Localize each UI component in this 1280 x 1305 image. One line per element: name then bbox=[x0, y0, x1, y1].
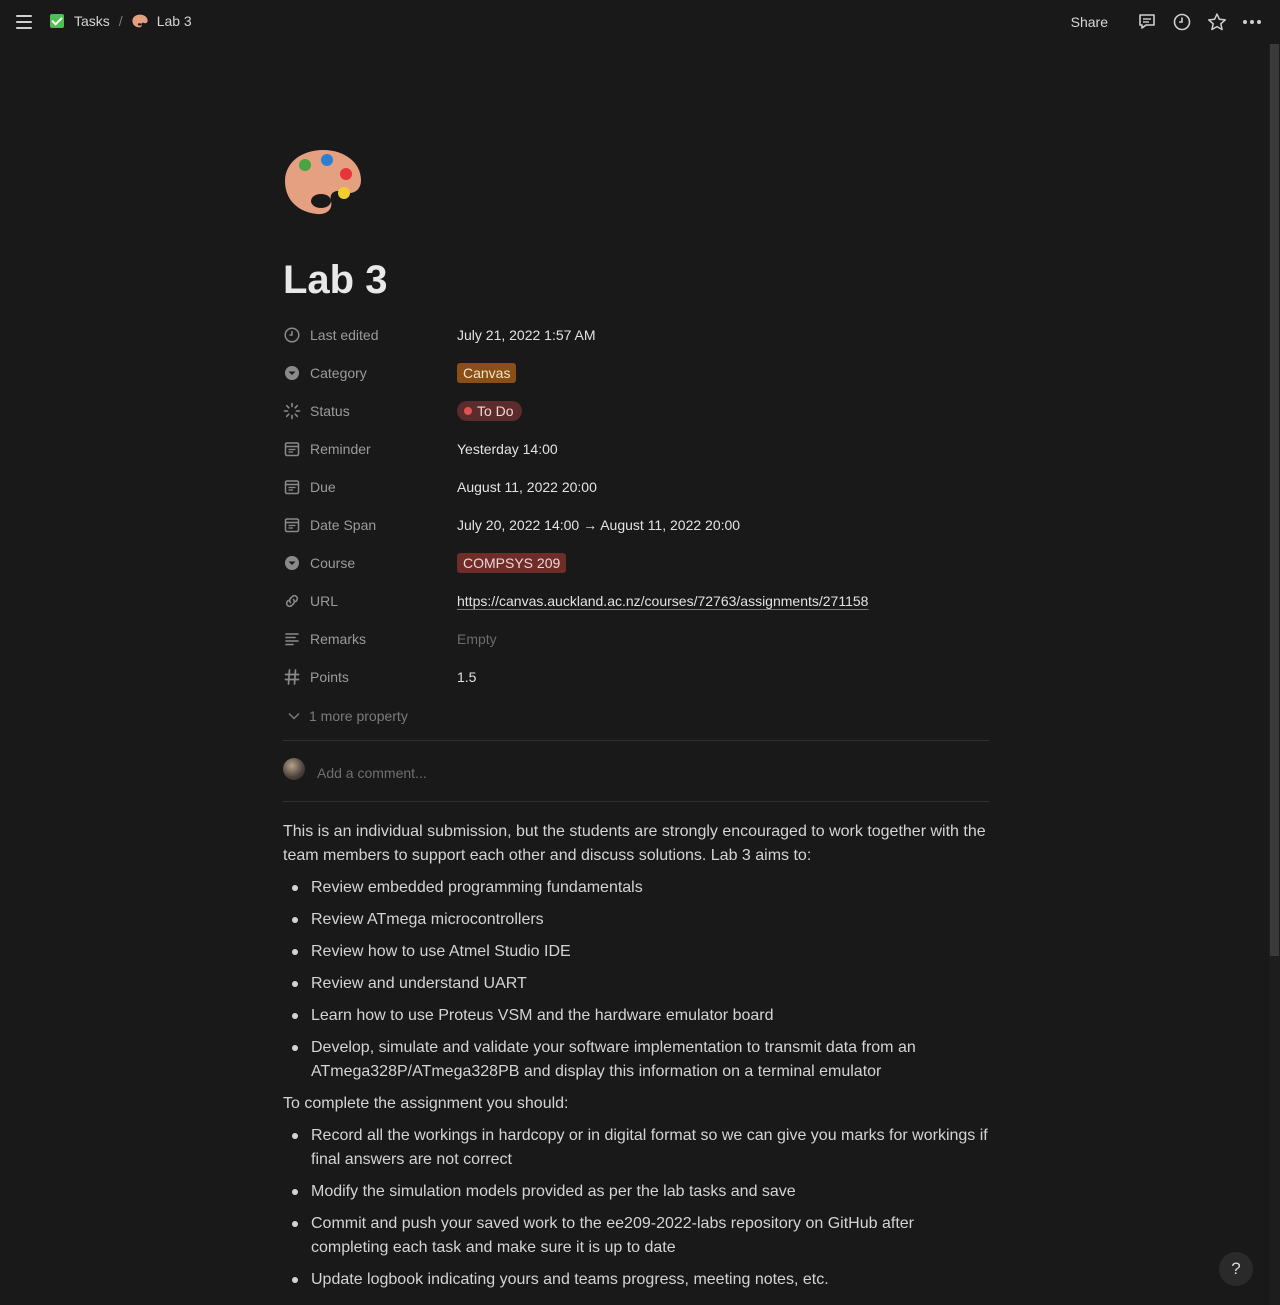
property-course[interactable]: Course COMPSYS 209 bbox=[283, 544, 989, 582]
list-item[interactable]: Review how to use Atmel Studio IDE bbox=[283, 940, 989, 964]
property-label: URL bbox=[283, 592, 457, 610]
status-tag-label: To Do bbox=[477, 403, 514, 419]
scrollbar[interactable] bbox=[1269, 44, 1280, 1305]
property-date-span[interactable]: Date Span July 20, 2022 14:00 → August 1… bbox=[283, 506, 989, 544]
category-tag[interactable]: Canvas bbox=[457, 363, 517, 383]
select-icon bbox=[285, 366, 299, 380]
steps-list: Record all the workings in hardcopy or i… bbox=[283, 1124, 989, 1292]
property-label: Status bbox=[283, 402, 457, 420]
text-icon bbox=[285, 633, 299, 646]
property-label: Last edited bbox=[283, 326, 457, 344]
comment-icon[interactable] bbox=[1135, 10, 1159, 34]
property-label-text: Reminder bbox=[310, 441, 371, 457]
list-item[interactable]: Review and understand UART bbox=[283, 972, 989, 996]
breadcrumb-separator: / bbox=[118, 13, 123, 29]
property-value: August 11, 2022 20:00 bbox=[457, 479, 597, 495]
more-property-label: 1 more property bbox=[309, 708, 408, 724]
property-label-text: Course bbox=[310, 555, 356, 571]
property-label: Reminder bbox=[283, 440, 457, 458]
property-value: 1.5 bbox=[457, 669, 477, 685]
property-value-empty[interactable]: Empty bbox=[457, 631, 497, 647]
property-value: Yesterday 14:00 bbox=[457, 441, 558, 457]
property-label-text: Remarks bbox=[310, 631, 367, 647]
property-label-text: Status bbox=[310, 403, 350, 419]
status-tag[interactable]: To Do bbox=[457, 401, 522, 421]
palette-icon bbox=[285, 150, 361, 215]
help-button[interactable]: ? bbox=[1219, 1252, 1253, 1286]
list-item[interactable]: Record all the workings in hardcopy or i… bbox=[283, 1124, 989, 1172]
star-icon[interactable] bbox=[1205, 10, 1229, 34]
property-points[interactable]: Points 1.5 bbox=[283, 658, 989, 696]
complete-heading[interactable]: To complete the assignment you should: bbox=[283, 1092, 989, 1116]
top-actions: Share bbox=[1071, 10, 1264, 34]
list-item[interactable]: Review ATmega microcontrollers bbox=[283, 908, 989, 932]
url-link[interactable]: https://canvas.auckland.ac.nz/courses/72… bbox=[457, 593, 868, 609]
status-icon bbox=[283, 402, 301, 420]
list-item[interactable]: Update logbook indicating yours and team… bbox=[283, 1268, 989, 1292]
property-category[interactable]: Category Canvas bbox=[283, 354, 989, 392]
link-icon bbox=[285, 594, 299, 608]
property-label-text: Date Span bbox=[310, 517, 377, 533]
more-icon[interactable] bbox=[1240, 10, 1264, 34]
list-item[interactable]: Develop, simulate and validate your soft… bbox=[283, 1036, 989, 1084]
page-title[interactable]: Lab 3 bbox=[283, 258, 387, 303]
calendar-icon bbox=[284, 442, 300, 457]
property-last-edited[interactable]: Last edited July 21, 2022 1:57 AM bbox=[283, 316, 989, 354]
clock-icon[interactable] bbox=[1170, 10, 1194, 34]
avatar bbox=[283, 758, 305, 780]
top-bar: Tasks / Lab 3 Share bbox=[0, 0, 1280, 44]
properties-panel: Last edited July 21, 2022 1:57 AM Catego… bbox=[283, 316, 989, 736]
property-label: Remarks bbox=[283, 630, 457, 648]
breadcrumb-item-tasks[interactable]: Tasks bbox=[50, 13, 110, 29]
comment-box[interactable]: Add a comment... bbox=[283, 757, 427, 781]
property-status[interactable]: Status To Do bbox=[283, 392, 989, 430]
course-tag[interactable]: COMPSYS 209 bbox=[457, 553, 567, 573]
chevron-down-icon bbox=[288, 712, 300, 720]
property-value: July 21, 2022 1:57 AM bbox=[457, 327, 596, 343]
intro-paragraph[interactable]: This is an individual submission, but th… bbox=[283, 820, 989, 868]
property-url[interactable]: URL https://canvas.auckland.ac.nz/course… bbox=[283, 582, 989, 620]
more-property-toggle[interactable]: 1 more property bbox=[283, 696, 989, 736]
share-button[interactable]: Share bbox=[1071, 14, 1108, 30]
list-item[interactable]: Learn how to use Proteus VSM and the har… bbox=[283, 1004, 989, 1028]
property-label: Course bbox=[283, 554, 457, 572]
property-label-text: URL bbox=[310, 593, 339, 609]
property-label-text: Last edited bbox=[310, 327, 379, 343]
calendar-icon bbox=[284, 518, 300, 533]
list-item[interactable]: Modify the simulation models provided as… bbox=[283, 1180, 989, 1204]
calendar-icon bbox=[284, 480, 300, 495]
hash-icon bbox=[284, 669, 300, 685]
divider bbox=[283, 740, 989, 741]
breadcrumb-label: Lab 3 bbox=[156, 13, 192, 29]
scrollbar-thumb[interactable] bbox=[1270, 44, 1279, 956]
property-label-text: Points bbox=[310, 669, 349, 685]
property-label: Due bbox=[283, 478, 457, 496]
divider bbox=[283, 801, 989, 802]
property-reminder[interactable]: Reminder Yesterday 14:00 bbox=[283, 430, 989, 468]
comment-input[interactable]: Add a comment... bbox=[317, 765, 427, 781]
clock-icon bbox=[284, 327, 300, 343]
page-icon[interactable] bbox=[283, 147, 363, 222]
list-item[interactable]: Review embedded programming fundamentals bbox=[283, 876, 989, 900]
property-label: Date Span bbox=[283, 516, 457, 534]
property-label: Points bbox=[283, 668, 457, 686]
property-due[interactable]: Due August 11, 2022 20:00 bbox=[283, 468, 989, 506]
page-content: This is an individual submission, but th… bbox=[283, 820, 989, 1300]
property-label-text: Category bbox=[310, 365, 367, 381]
breadcrumb: Tasks / Lab 3 bbox=[50, 13, 192, 29]
status-dot bbox=[464, 407, 472, 415]
aims-list: Review embedded programming fundamentals… bbox=[283, 876, 989, 1084]
breadcrumb-item-lab[interactable]: Lab 3 bbox=[132, 13, 192, 29]
palette-icon bbox=[132, 14, 148, 28]
property-label: Category bbox=[283, 364, 457, 382]
property-label-text: Due bbox=[310, 479, 336, 495]
menu-icon[interactable] bbox=[14, 12, 34, 32]
property-remarks[interactable]: Remarks Empty bbox=[283, 620, 989, 658]
list-item[interactable]: Commit and push your saved work to the e… bbox=[283, 1212, 989, 1260]
checkbox-icon bbox=[50, 14, 64, 28]
select-icon bbox=[285, 556, 299, 570]
property-value: July 20, 2022 14:00 → August 11, 2022 20… bbox=[457, 517, 741, 533]
breadcrumb-label: Tasks bbox=[74, 13, 110, 29]
